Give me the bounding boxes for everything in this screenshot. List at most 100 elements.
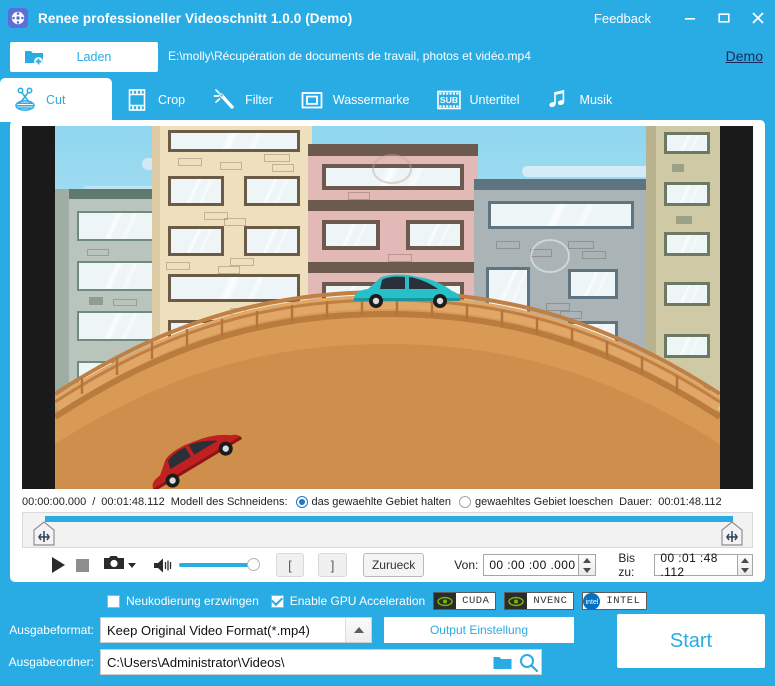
gpu-options-row: Neukodierung erzwingen Enable GPU Accele…	[0, 588, 775, 614]
music-note-icon	[544, 85, 574, 115]
force-reencode-checkbox[interactable]	[107, 595, 120, 608]
gpu-chip-intel[interactable]: intel INTEL	[582, 592, 647, 610]
folder-icon[interactable]	[489, 650, 515, 674]
start-button[interactable]: Start	[617, 614, 765, 668]
snapshot-button[interactable]	[104, 553, 137, 577]
demo-link[interactable]: Demo	[726, 48, 763, 64]
from-time-spinner[interactable]	[579, 554, 596, 576]
mark-out-button[interactable]: ]	[318, 553, 347, 577]
laden-label: Laden	[44, 50, 158, 64]
gpu-chip-nvenc[interactable]: NVENC	[504, 592, 574, 610]
scissors-icon	[10, 85, 40, 115]
force-reencode-label: Neukodierung erzwingen	[126, 594, 259, 608]
minimize-button[interactable]	[673, 0, 707, 36]
to-time-input[interactable]: 00 :01 :48 .112	[654, 554, 738, 576]
tab-untertitel-label: Untertitel	[470, 93, 520, 107]
close-button[interactable]	[741, 0, 775, 36]
from-label: Von:	[454, 558, 478, 572]
tab-filter-label: Filter	[245, 93, 273, 107]
gpu-chip-nvenc-label: NVENC	[527, 595, 573, 607]
from-time-input[interactable]: 00 :00 :00 .000	[483, 554, 579, 576]
timeline-info-row: 00:00:00.000 / 00:01:48.112 Modell des S…	[22, 494, 753, 510]
chevron-up-icon[interactable]	[345, 618, 371, 642]
range-end-handle[interactable]	[720, 521, 744, 547]
tab-cut[interactable]: Cut	[0, 78, 112, 122]
timeline-selection-bar[interactable]	[45, 516, 733, 522]
chevron-down-icon[interactable]	[127, 556, 137, 574]
load-row: Laden E:\molly\Récupération de documents…	[0, 42, 775, 74]
radio-keep-region[interactable]	[296, 496, 308, 508]
output-format-select[interactable]: Keep Original Video Format(*.mp4)	[100, 617, 372, 643]
radio-keep-region-label: das gewaehlte Gebiet halten	[312, 496, 451, 508]
window-controls: Feedback	[594, 0, 775, 36]
laden-button[interactable]: Laden	[10, 42, 158, 72]
tab-wassermarke[interactable]: Wassermarke	[287, 78, 424, 122]
gpu-chip-cuda-label: CUDA	[456, 595, 495, 607]
mark-in-button[interactable]: [	[276, 553, 305, 577]
camera-icon	[104, 555, 124, 575]
tab-untertitel[interactable]: SUB Untertitel	[424, 78, 534, 122]
preview-scene	[22, 126, 753, 489]
play-button[interactable]	[48, 552, 68, 578]
gpu-chip-intel-label: INTEL	[600, 595, 646, 607]
loaded-file-path: E:\molly\Récupération de documents de tr…	[168, 49, 531, 63]
letterbox-right	[720, 126, 753, 489]
editor-panel: 00:00:00.000 / 00:01:48.112 Modell des S…	[10, 120, 765, 582]
tab-cut-label: Cut	[46, 93, 65, 107]
nvidia-eye-icon	[434, 593, 456, 609]
title-bar: Renee professioneller Videoschnitt 1.0.0…	[0, 0, 775, 36]
playback-controls: [ ] Zurueck Von: 00 :00 :00 .000 Bis zu:…	[22, 550, 753, 580]
from-time-group: Von: 00 :00 :00 .000	[454, 554, 596, 576]
tab-musik[interactable]: Musik	[534, 78, 627, 122]
volume-icon[interactable]	[153, 554, 173, 576]
sub-icon: SUB	[434, 85, 464, 115]
gpu-chip-cuda[interactable]: CUDA	[433, 592, 496, 610]
radio-delete-region[interactable]	[459, 496, 471, 508]
letterbox-left	[22, 126, 55, 489]
folder-add-icon	[24, 47, 44, 67]
output-folder-input[interactable]: C:\Users\Administrator\Videos\	[100, 649, 542, 675]
bridge-arch	[22, 126, 753, 489]
output-settings-button[interactable]: Output Einstellung	[384, 617, 574, 643]
window-title: Renee professioneller Videoschnitt 1.0.0…	[38, 11, 352, 26]
duration-value: 00:01:48.112	[658, 496, 721, 508]
video-preview[interactable]	[22, 126, 753, 489]
volume-knob[interactable]	[247, 558, 260, 571]
to-time-spinner[interactable]	[738, 554, 753, 576]
timeline-strip[interactable]	[22, 512, 753, 548]
gpu-acceleration-label: Enable GPU Acceleration	[290, 594, 425, 608]
magic-wand-icon	[209, 85, 239, 115]
maximize-button[interactable]	[707, 0, 741, 36]
tab-crop[interactable]: Crop	[112, 78, 199, 122]
stop-button[interactable]	[74, 552, 90, 578]
tab-bar: Cut Crop	[0, 78, 775, 122]
frame-icon	[297, 85, 327, 115]
zurueck-button[interactable]: Zurueck	[363, 553, 424, 577]
tab-musik-label: Musik	[580, 93, 613, 107]
intel-icon: intel	[583, 593, 600, 610]
filmstrip-icon	[122, 85, 152, 115]
range-start-handle[interactable]	[32, 521, 56, 547]
svg-text:intel: intel	[585, 599, 598, 605]
svg-text:SUB: SUB	[439, 95, 457, 105]
output-folder-value: C:\Users\Administrator\Videos\	[101, 655, 489, 670]
tab-filter[interactable]: Filter	[199, 78, 287, 122]
nvidia-eye-icon	[505, 593, 527, 609]
app-window: Renee professioneller Videoschnitt 1.0.0…	[0, 0, 775, 686]
volume-slider[interactable]	[179, 563, 253, 567]
duration-label: Dauer:	[619, 496, 652, 508]
output-format-value: Keep Original Video Format(*.mp4)	[101, 623, 345, 638]
to-time-group: Bis zu: 00 :01 :48 .112	[618, 551, 753, 579]
current-time: 00:00:00.000	[22, 496, 86, 508]
output-folder-label: Ausgabeordner:	[0, 655, 100, 669]
time-separator: /	[92, 496, 95, 508]
cut-mode-label: Modell des Schneidens:	[171, 496, 288, 508]
feedback-link[interactable]: Feedback	[594, 11, 651, 26]
search-icon[interactable]	[515, 650, 541, 674]
tab-crop-label: Crop	[158, 93, 185, 107]
radio-delete-region-label: gewaehltes Gebiet loeschen	[475, 496, 613, 508]
film-reel-icon	[8, 8, 28, 28]
gpu-acceleration-checkbox[interactable]	[271, 595, 284, 608]
total-time: 00:01:48.112	[101, 496, 164, 508]
output-format-label: Ausgabeformat:	[0, 623, 100, 637]
